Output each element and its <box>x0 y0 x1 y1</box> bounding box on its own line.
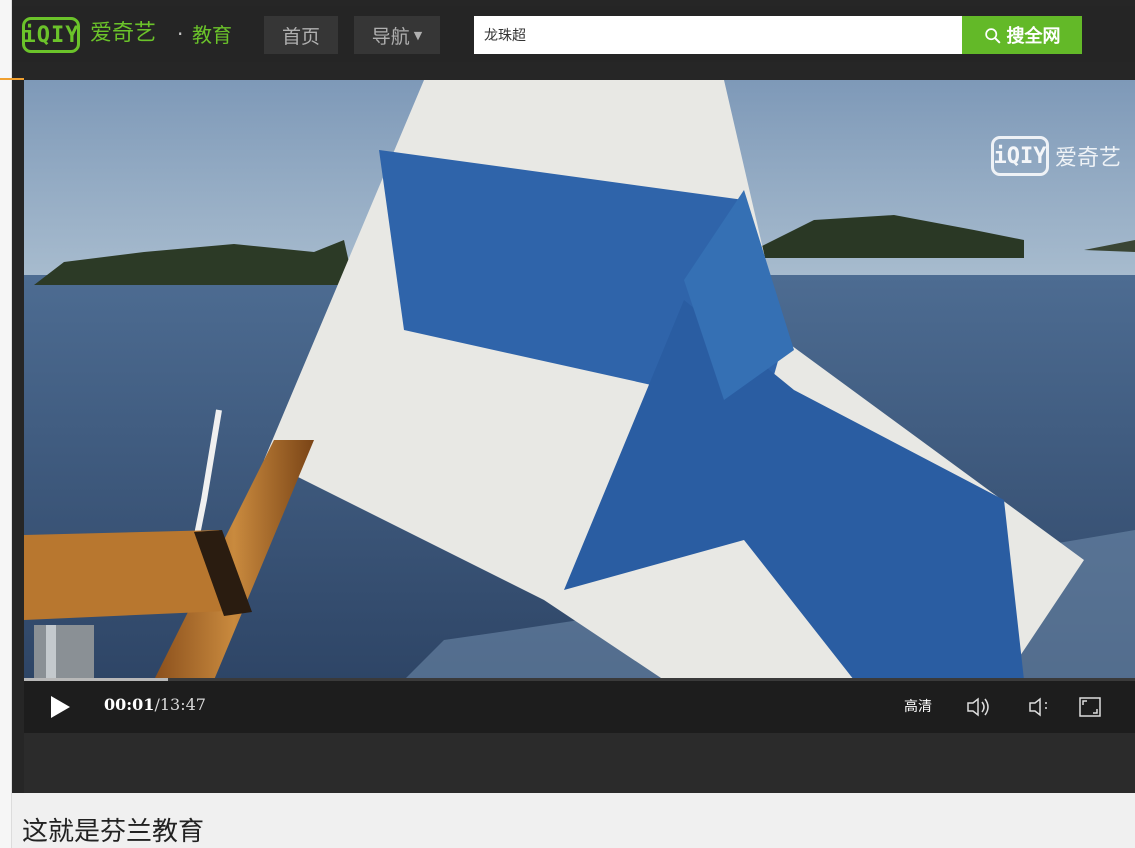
audio-track-icon[interactable] <box>964 694 992 720</box>
nav-home-label: 首页 <box>281 25 320 48</box>
video-frame <box>24 80 1135 680</box>
watermark-text: 爱奇艺 <box>1054 146 1121 171</box>
brand-name[interactable]: 爱奇艺 <box>90 19 156 49</box>
player-controls: 00:01/13:47 高清 <box>24 681 1135 733</box>
top-nav-bar: iQIY 爱奇艺 · 教育 首页 导航 ▼ 搜全网 <box>12 6 1135 62</box>
watermark: iQIY 爱奇艺 <box>990 136 1121 176</box>
watermark-logo: iQIY <box>990 136 1049 176</box>
channel-name[interactable]: 教育 <box>192 21 232 49</box>
time-display: 00:01/13:47 <box>104 695 206 714</box>
search-button-label: 搜全网 <box>1006 26 1061 46</box>
iqiyi-logo[interactable]: iQIY <box>22 17 80 53</box>
left-gutter <box>0 0 24 848</box>
video-info: 这就是芬兰教育 <box>12 793 1135 848</box>
player-bottom-area <box>24 733 1135 793</box>
current-time: 00:01 <box>104 695 155 714</box>
brand-separator: · <box>177 22 184 46</box>
nav-home-button[interactable]: 首页 <box>264 16 338 54</box>
search-icon <box>984 27 1000 43</box>
caret-down-icon: ▼ <box>413 28 423 42</box>
play-button[interactable] <box>48 694 72 720</box>
search-button[interactable]: 搜全网 <box>962 16 1082 54</box>
fullscreen-icon[interactable] <box>1076 694 1104 720</box>
duration: 13:47 <box>159 695 206 714</box>
search-input[interactable] <box>474 16 962 54</box>
quality-button[interactable]: 高清 <box>904 696 932 716</box>
nav-menu-button[interactable]: 导航 ▼ <box>354 16 440 54</box>
nav-menu-label: 导航 <box>371 25 410 48</box>
gutter-accent <box>0 78 24 80</box>
volume-icon[interactable] <box>1026 694 1054 720</box>
video-title: 这就是芬兰教育 <box>22 817 205 847</box>
play-icon <box>51 696 70 718</box>
video-player[interactable]: iQIY 爱奇艺 <box>24 80 1135 680</box>
